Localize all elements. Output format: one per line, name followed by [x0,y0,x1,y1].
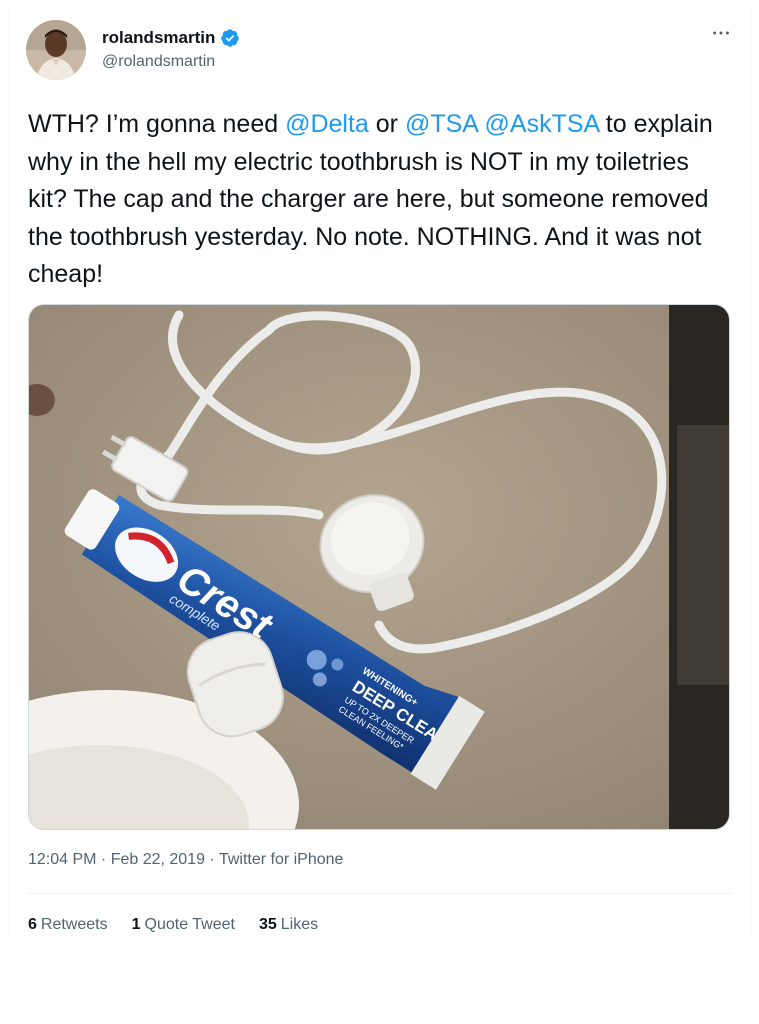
author-handle[interactable]: @rolandsmartin [102,53,215,71]
tweet-date[interactable]: Feb 22, 2019 [111,851,205,868]
likes-label: Likes [280,916,319,933]
retweets-label: Retweets [40,916,108,933]
meta-separator: · [205,851,219,868]
quote-tweets-stat[interactable]: 1 Quote Tweet [132,916,235,934]
author-name-row[interactable]: rolandsmartin [102,28,240,48]
avatar-image [26,20,86,80]
author-display-name[interactable]: rolandsmartin [102,28,215,48]
tweet-card: rolandsmartin @rolandsmartin WTH? I’m go… [9,8,751,936]
likes-stat[interactable]: 35 Likes [259,916,318,934]
mention-tsa[interactable]: @TSA [405,110,478,138]
verified-badge-icon [220,28,240,48]
mention-asktsa[interactable]: @AskTSA [485,110,599,138]
meta-separator: · [96,851,111,868]
avatar[interactable] [26,20,86,80]
tweet-text: WTH? I’m gonna need @Delta or @TSA @AskT… [28,106,728,294]
likes-count: 35 [258,916,277,933]
retweets-count: 6 [28,916,37,933]
toothpaste-charger-photo: Crest complete WHITENING+ DEEP CLEAN UP … [29,305,729,829]
tweet-source[interactable]: Twitter for iPhone [219,851,344,868]
tweet-meta: 12:04 PM · Feb 22, 2019 · Twitter for iP… [28,851,343,869]
quote-tweets-count: 1 [131,916,141,933]
divider [28,893,732,894]
tweet-text-segment [478,110,485,138]
tweet-time[interactable]: 12:04 PM [28,851,96,868]
engagement-stats: 6 Retweets 1 Quote Tweet 35 Likes [28,916,318,934]
tweet-text-segment: WTH? I’m gonna need [28,110,286,138]
mention-delta[interactable]: @Delta [285,110,369,138]
tweet-text-segment: or [368,110,405,138]
quote-tweets-label: Quote Tweet [144,916,235,933]
more-horizontal-icon[interactable] [710,22,732,50]
tweet-photo[interactable]: Crest complete WHITENING+ DEEP CLEAN UP … [28,304,730,830]
retweets-stat[interactable]: 6 Retweets [28,916,108,934]
